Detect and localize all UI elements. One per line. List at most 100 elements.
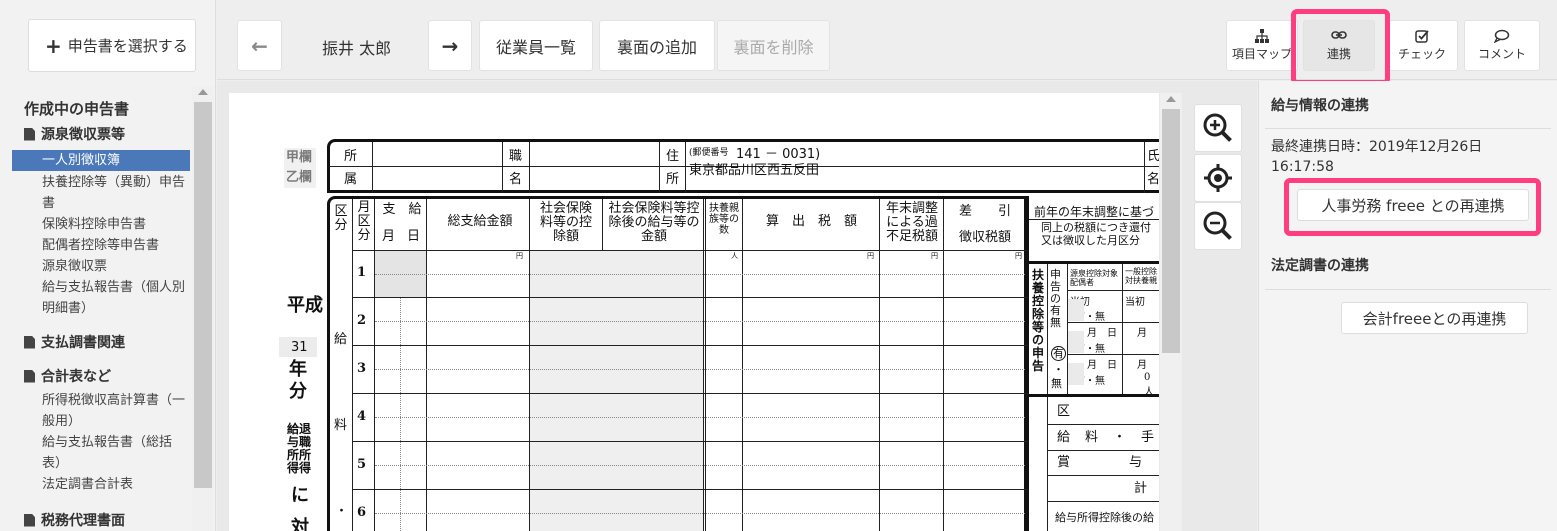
row-line xyxy=(352,345,1028,346)
tree-item-hokenryo[interactable]: 保険料控除申告書 xyxy=(42,214,188,235)
tree-group-label: 支払調書関連 xyxy=(41,335,125,351)
unit-nin: 人 xyxy=(731,252,738,260)
col-sashihiki-1: 差 引 xyxy=(958,204,1011,219)
tree-item-hotei-gokei[interactable]: 法定調書合計表 xyxy=(42,474,188,495)
document-icon xyxy=(24,127,35,141)
last-sync-text: 最終連携日時：2019年12月26日 16:17:58 xyxy=(1271,139,1483,175)
employee-name: 振井 太郎 xyxy=(322,39,392,58)
ryo-label: 料 xyxy=(334,418,348,433)
tai-label: 対 xyxy=(291,517,309,531)
row-line xyxy=(352,441,1028,442)
sitemap-icon xyxy=(1227,29,1297,45)
document-icon xyxy=(24,369,35,383)
delete-back-button[interactable]: 裏面を削除 xyxy=(717,20,830,71)
item-map-button[interactable]: 項目マップ xyxy=(1226,20,1298,71)
locate-button[interactable] xyxy=(1194,154,1242,202)
line xyxy=(943,199,944,531)
gatsu: 月 xyxy=(1137,360,1147,371)
comment-icon xyxy=(1465,29,1539,45)
document-scrollbar[interactable] xyxy=(1160,93,1182,531)
link-label: 連携 xyxy=(1326,47,1351,61)
gensen-label: 源泉控除対象配偶者 xyxy=(1070,269,1118,287)
row-line xyxy=(352,297,1028,298)
nenbun-label: 年分 xyxy=(289,359,307,402)
tree-item-kyuyo-sokatsu[interactable]: 給与支払報告書（総括表） xyxy=(42,432,188,474)
line xyxy=(1047,397,1048,531)
mu-label: 無 xyxy=(1051,377,1062,390)
divider xyxy=(1265,128,1551,129)
ni-label: に xyxy=(291,485,309,506)
line xyxy=(1047,450,1159,451)
employee-list-button[interactable]: 従業員一覧 xyxy=(479,20,593,71)
main-table-right-border xyxy=(1025,196,1029,531)
check-label: チェック xyxy=(1397,47,1446,61)
col-shikyu: 支 給 xyxy=(382,202,422,217)
tree-item-kyuyo-kojin[interactable]: 給与支払報告書（個人別明細書） xyxy=(42,277,188,319)
section-title-kyuyo: 給与情報の連携 xyxy=(1271,98,1369,114)
line xyxy=(742,199,743,531)
tree-item-shotokuzei[interactable]: 所得税徴収高計算書（一般用） xyxy=(42,390,188,432)
line xyxy=(659,142,660,193)
next-employee-button[interactable]: → xyxy=(428,20,472,71)
col-sanshutsu: 算 出 税 額 xyxy=(765,214,857,229)
comment-button[interactable]: コメント xyxy=(1464,20,1540,71)
scroll-thumb[interactable] xyxy=(194,102,212,488)
scroll-up-icon[interactable] xyxy=(198,89,208,95)
tree-group-label: 合計表など xyxy=(41,369,111,385)
gatsu: 月 xyxy=(1137,328,1147,339)
unit-en: 円 xyxy=(867,252,874,260)
scroll-thumb[interactable] xyxy=(1162,109,1180,353)
arrow-left-icon: ← xyxy=(251,33,268,58)
tax-form-page: 甲欄 乙欄 所 属 職 名 住 所 (郵便番号 141 － 0031) 東京都品… xyxy=(229,93,1159,531)
prev-year-desc: 同上の税額につき還付又は徴収した月区分 xyxy=(1041,221,1151,247)
fuyo-kojo-label: 扶養控除等の申告 xyxy=(1032,268,1045,373)
ippan-label: 一般控除対扶養親 xyxy=(1125,267,1157,285)
dotted-line xyxy=(375,369,1025,370)
unit-en: 円 xyxy=(516,252,523,260)
link-icon xyxy=(1304,29,1374,45)
line xyxy=(1067,290,1159,291)
prev-employee-button[interactable]: ← xyxy=(237,20,282,71)
year-value: 31 xyxy=(291,340,308,355)
unit-en: 円 xyxy=(1015,252,1022,260)
line xyxy=(1122,264,1123,394)
line xyxy=(1047,424,1159,425)
document-icon xyxy=(24,513,35,527)
line xyxy=(372,142,373,193)
zoom-in-icon xyxy=(1203,113,1232,142)
row-line xyxy=(352,489,1028,490)
dotted-line xyxy=(375,465,1025,466)
tree-item-fuyo-kojo[interactable]: 扶養控除等（異動）申告書 xyxy=(42,172,188,214)
tree-item-haigusha[interactable]: 配偶者控除等申告書 xyxy=(42,235,188,256)
zoom-in-button[interactable] xyxy=(1194,104,1242,152)
arrow-right-icon: → xyxy=(441,33,459,58)
tree-group-gokei[interactable]: 合計表など xyxy=(24,366,111,386)
tree-group-shiharai[interactable]: 支払調書関連 xyxy=(24,332,125,352)
link-button[interactable]: 連携 xyxy=(1303,20,1375,71)
shoku-label-2: 名 xyxy=(509,172,523,187)
postal-label: (郵便番号 xyxy=(689,148,729,158)
tree-item-gensen-choshu[interactable]: 源泉徴収票 xyxy=(42,256,188,277)
zoom-out-button[interactable] xyxy=(1194,202,1242,250)
tree-item-ichininbetsu[interactable]: 一人別徴収簿 xyxy=(12,150,190,171)
select-form-button[interactable]: + 申告書を選択する xyxy=(28,19,196,72)
check-button[interactable]: チェック xyxy=(1386,20,1458,71)
col-shade xyxy=(530,298,703,531)
tree-group-gensen[interactable]: 源泉徴収票等 xyxy=(24,124,125,144)
row-number: 2 xyxy=(357,313,367,328)
line xyxy=(426,199,427,531)
yu-circled: 有 xyxy=(1051,346,1066,361)
row-number: 1 xyxy=(357,265,367,280)
document-viewer: 甲欄 乙欄 所 属 職 名 住 所 (郵便番号 141 － 0031) 東京都品… xyxy=(217,81,1257,531)
sidebar-scrollbar[interactable] xyxy=(192,86,214,531)
row-number: 5 xyxy=(357,457,367,472)
tree-group-zeimu[interactable]: 税務代理書面 xyxy=(24,510,125,530)
add-back-button[interactable]: 裏面の追加 xyxy=(599,20,715,71)
tree-group-label: 源泉徴収票等 xyxy=(41,127,125,143)
yo-label: 与 xyxy=(1129,455,1143,470)
divider xyxy=(1265,289,1551,290)
relink-accounting-button[interactable]: 会計freeeとの再連携 xyxy=(1341,302,1528,334)
col-kubun: 区分 xyxy=(334,204,348,233)
scroll-up-icon[interactable] xyxy=(1166,96,1176,102)
relink-hr-button[interactable]: 人事労務 freee との再連携 xyxy=(1297,189,1529,221)
